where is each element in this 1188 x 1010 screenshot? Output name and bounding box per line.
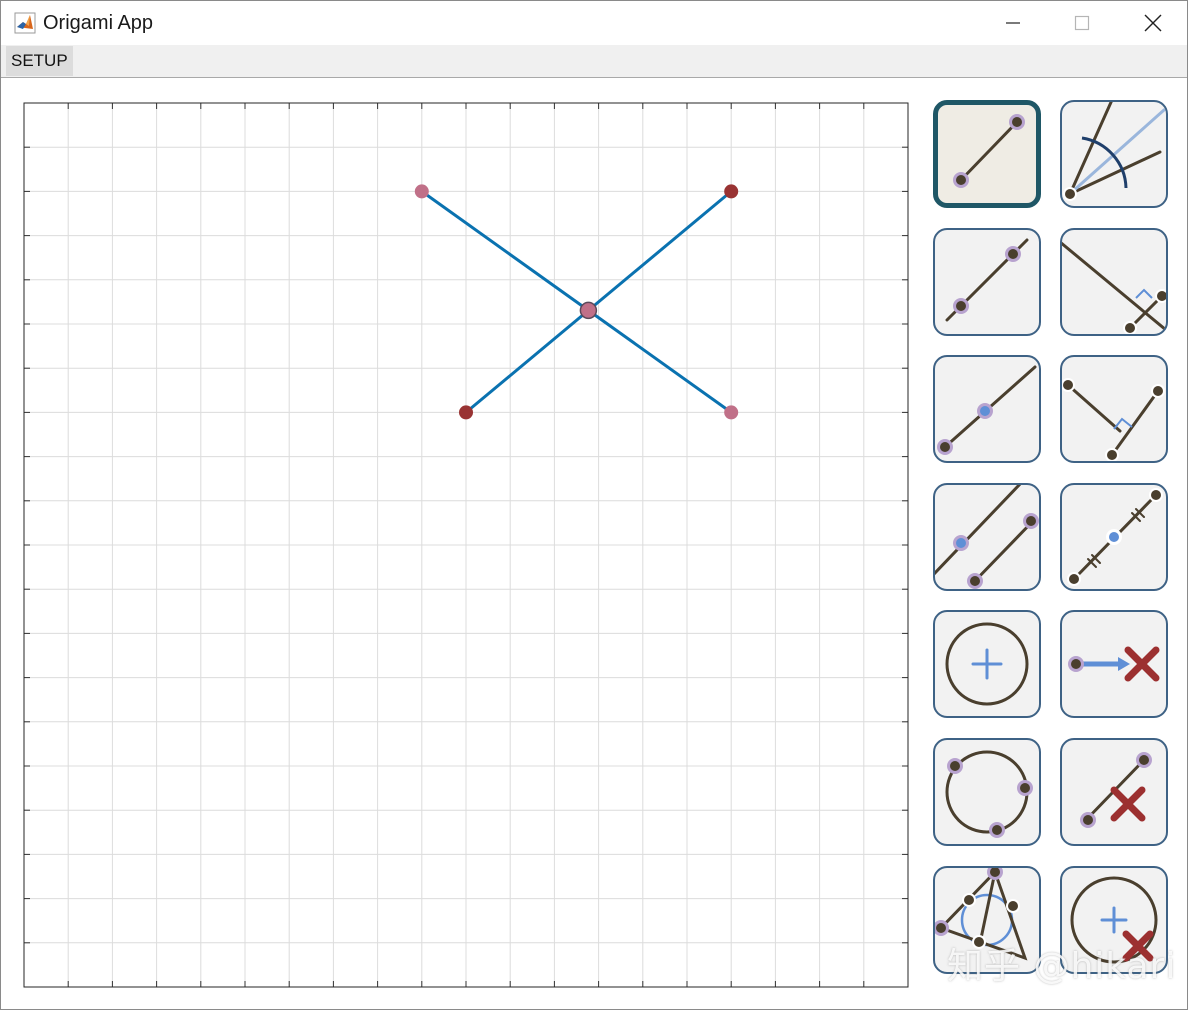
delete-line-icon xyxy=(1080,752,1152,828)
angle-bisector-tool[interactable] xyxy=(1060,100,1168,208)
menu-bar: SETUP xyxy=(1,45,1187,78)
delete-point-tool[interactable] xyxy=(1060,610,1168,719)
app-window: Origami App SETUP 知乎 @hikari xyxy=(0,0,1188,1010)
minimize-icon xyxy=(1006,22,1020,24)
parallel-line-icon xyxy=(935,484,1039,589)
delete-point-icon xyxy=(1068,646,1160,682)
matlab-logo-icon xyxy=(14,12,36,34)
maximize-icon xyxy=(1074,15,1090,31)
circle-three-points-tool[interactable] xyxy=(933,738,1041,846)
midpoint-tool[interactable] xyxy=(1060,482,1168,591)
parallel-line-tool[interactable] xyxy=(933,482,1041,591)
line-through-points-tool[interactable] xyxy=(933,227,1041,336)
intersection-point xyxy=(579,301,598,320)
perpendicular-foot-icon xyxy=(1062,378,1165,462)
midpoint-icon xyxy=(1067,487,1163,586)
perpendicular-line-icon xyxy=(1062,241,1166,334)
watermark-text: 知乎 @hikari xyxy=(947,946,1177,987)
endpoint-p3 xyxy=(459,405,473,420)
main-content xyxy=(1,78,1187,1009)
close-button[interactable] xyxy=(1119,1,1187,45)
endpoint-p2 xyxy=(724,184,739,199)
line-through-points-icon xyxy=(945,238,1029,322)
circle-three-points-icon xyxy=(945,750,1033,838)
fold-line xyxy=(420,190,733,414)
endpoint-p1 xyxy=(414,184,429,199)
title-bar: Origami App xyxy=(1,1,1187,45)
perpendicular-foot-tool[interactable] xyxy=(1060,355,1168,464)
close-icon xyxy=(1144,14,1162,32)
menu-setup[interactable]: SETUP xyxy=(6,46,73,76)
circle-center-tool[interactable] xyxy=(933,610,1041,719)
perpendicular-tool[interactable] xyxy=(1060,227,1168,336)
point-on-line-tool[interactable] xyxy=(933,355,1041,464)
endpoint-p4 xyxy=(724,405,739,420)
window-title: Origami App xyxy=(43,12,154,34)
delete-line-tool[interactable] xyxy=(1060,738,1168,846)
circle-center-icon xyxy=(945,622,1029,706)
point-on-line-icon xyxy=(937,365,1037,456)
maximize-button[interactable] xyxy=(1048,1,1116,45)
drawing-canvas[interactable] xyxy=(1,78,921,1009)
segment-two-points-icon xyxy=(953,114,1025,188)
angle-bisector-icon xyxy=(1063,102,1166,201)
segment-tool[interactable] xyxy=(933,100,1041,208)
canvas-grid xyxy=(24,103,908,987)
minimize-button[interactable] xyxy=(979,1,1047,45)
